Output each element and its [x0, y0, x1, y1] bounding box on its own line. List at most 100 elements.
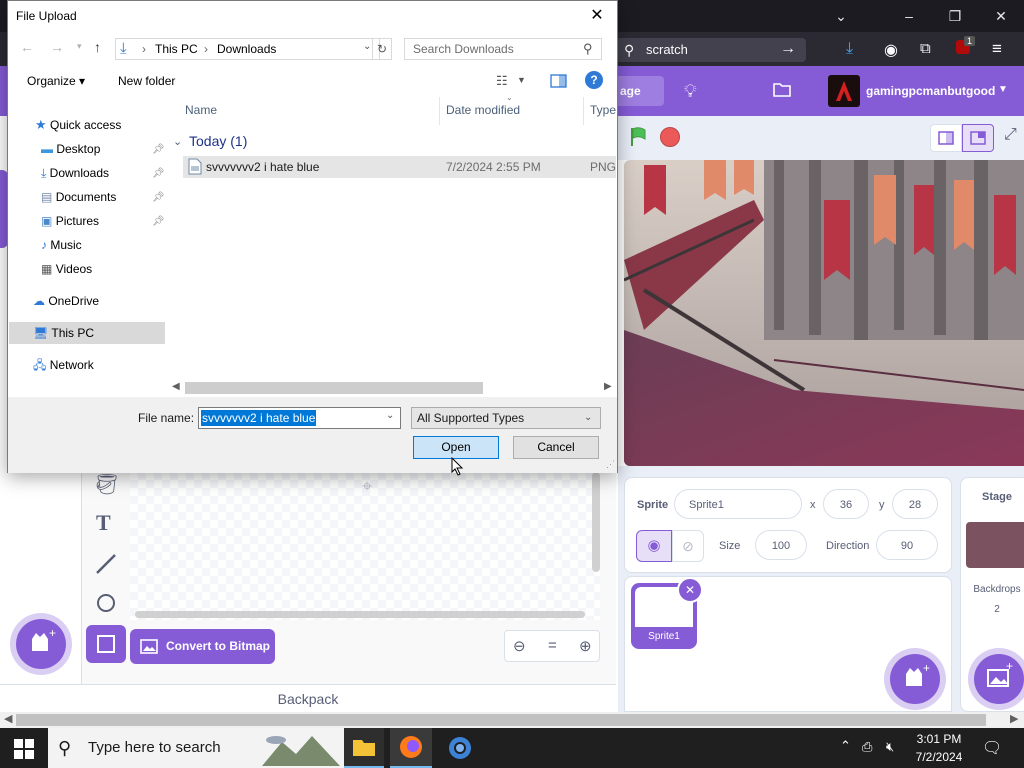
view-chevron-down-icon[interactable]: ▼: [517, 75, 526, 85]
stop-icon[interactable]: [660, 127, 680, 147]
zoom-in-icon[interactable]: ⊕: [579, 637, 592, 655]
scroll-left-icon[interactable]: ◀: [4, 712, 12, 725]
scroll-right-icon[interactable]: ▶: [604, 381, 612, 392]
back-arrow-icon[interactable]: ←: [20, 39, 34, 55]
pin-icon[interactable]: 📌︎: [152, 168, 165, 179]
nav-videos[interactable]: ▦ Videos: [41, 258, 92, 280]
fullscreen-icon[interactable]: ⤢: [1004, 126, 1017, 144]
extensions-icon[interactable]: ⧉: [920, 40, 931, 57]
show-sprite-eye-icon[interactable]: ◉: [636, 530, 672, 562]
view-options-icon[interactable]: ☷: [496, 73, 508, 89]
help-icon[interactable]: ?: [585, 71, 603, 89]
open-button[interactable]: Open: [413, 436, 499, 459]
nav-documents[interactable]: ▤ Documents: [41, 186, 116, 208]
zoom-reset-icon[interactable]: =: [548, 637, 557, 654]
username[interactable]: gamingpcmanbutgood: [866, 84, 995, 98]
account-chevron-down-icon[interactable]: ▼: [998, 84, 1008, 95]
nav-desktop[interactable]: ▬ Desktop: [41, 138, 100, 160]
add-extension-button[interactable]: +: [16, 619, 66, 669]
restore-icon[interactable]: ❐: [932, 0, 978, 32]
nav-this-pc[interactable]: 🖥︎ This PC: [33, 322, 94, 344]
hide-sprite-eye-icon[interactable]: ⊘: [672, 530, 704, 562]
scroll-right-icon[interactable]: ▶: [1010, 712, 1018, 725]
forward-arrow-icon[interactable]: →: [50, 39, 64, 55]
notifications-icon[interactable]: 🗨︎: [982, 738, 1002, 758]
address-dropdown-chevron-icon[interactable]: ⌄: [363, 41, 371, 52]
menu-icon[interactable]: ≡: [992, 39, 1002, 59]
menu-tutorials-partial[interactable]: age: [620, 84, 641, 98]
tab-list-chevron-icon[interactable]: ⌄: [818, 0, 864, 32]
nav-downloads[interactable]: ⤓ Downloads: [41, 162, 109, 184]
new-folder-button[interactable]: New folder: [118, 74, 175, 88]
address-bar[interactable]: ⤓ › This PC › Downloads ⌄: [115, 38, 380, 60]
text-tool-icon[interactable]: T: [96, 510, 111, 536]
clock-time[interactable]: 3:01 PM: [912, 732, 966, 746]
group-header-today[interactable]: Today (1): [189, 133, 247, 149]
filename-dropdown-chevron-icon[interactable]: ⌄: [386, 410, 394, 421]
pin-icon[interactable]: 📌︎: [152, 144, 165, 155]
debug-lightbulb-icon[interactable]: 💡︎: [684, 81, 697, 102]
delete-sprite-trash-icon[interactable]: ✕: [677, 577, 703, 603]
resize-grip-icon[interactable]: ⋰: [606, 459, 615, 470]
dialog-close-icon[interactable]: ✕: [576, 1, 618, 31]
volume-muted-icon[interactable]: 🔇︎: [886, 739, 894, 755]
preview-pane-icon[interactable]: [550, 73, 568, 89]
small-stage-button[interactable]: [930, 124, 962, 152]
breadcrumb-downloads[interactable]: Downloads: [217, 42, 276, 56]
scroll-left-icon[interactable]: ◀: [172, 381, 180, 392]
nav-pictures[interactable]: ▣ Pictures: [41, 210, 99, 232]
nav-network[interactable]: 🖧︎ Network: [33, 354, 94, 376]
refresh-icon[interactable]: ↻: [372, 38, 392, 60]
url-bar[interactable]: ⚲ scratch: [616, 38, 806, 62]
firefox-taskbar-icon[interactable]: [390, 728, 432, 768]
go-arrow-icon[interactable]: →: [780, 40, 796, 58]
normal-stage-button[interactable]: [962, 124, 994, 152]
choose-sprite-button[interactable]: +: [890, 654, 940, 704]
search-downloads-input[interactable]: Search Downloads ⚲: [404, 38, 602, 60]
group-collapse-chevron-icon[interactable]: ⌄: [173, 135, 182, 148]
paint-hscroll[interactable]: [135, 611, 585, 618]
my-stuff-folder-icon[interactable]: [772, 80, 792, 98]
line-tool-icon[interactable]: [94, 552, 118, 576]
choose-backdrop-button[interactable]: +: [974, 654, 1024, 704]
pin-icon[interactable]: 📌︎: [152, 216, 165, 227]
column-type[interactable]: Type: [590, 103, 616, 117]
recent-locations-chevron-icon[interactable]: ▾: [77, 41, 82, 52]
sprite-name-input[interactable]: Sprite1: [674, 489, 802, 519]
close-icon[interactable]: ✕: [978, 0, 1024, 32]
y-input[interactable]: 28: [892, 489, 938, 519]
network-tray-icon[interactable]: ⎙: [862, 739, 872, 755]
account-icon[interactable]: ◉: [884, 40, 898, 60]
zoom-out-icon[interactable]: ⊖: [513, 637, 526, 655]
file-list-hscroll[interactable]: ◀ ▶: [169, 380, 617, 397]
windows-start-icon[interactable]: [14, 739, 34, 759]
clock-date[interactable]: 7/2/2024: [912, 750, 966, 764]
avatar[interactable]: [828, 75, 860, 107]
up-arrow-icon[interactable]: ↑: [94, 39, 101, 55]
green-flag-icon[interactable]: [628, 126, 650, 148]
nav-music[interactable]: ♪ Music: [41, 234, 82, 256]
paint-vscroll[interactable]: [592, 472, 600, 572]
nav-onedrive[interactable]: ☁ OneDrive: [33, 290, 99, 312]
cancel-button[interactable]: Cancel: [513, 436, 599, 459]
chrome-taskbar-icon[interactable]: [440, 728, 480, 768]
download-icon[interactable]: ⤓: [846, 40, 853, 58]
show-hidden-icons-chevron-icon[interactable]: ⌃: [840, 738, 851, 754]
breadcrumb-this-pc[interactable]: This PC: [155, 42, 198, 56]
fill-bucket-icon[interactable]: 🪣︎: [94, 472, 119, 497]
size-input[interactable]: 100: [755, 530, 807, 560]
filetype-select[interactable]: All Supported Types ⌄: [411, 407, 601, 429]
rectangle-tool-icon[interactable]: [86, 625, 126, 663]
file-row[interactable]: svvvvvvv2 i hate blue 7/2/2024 2:55 PM P…: [183, 156, 616, 178]
page-hscroll[interactable]: ◀ ▶: [0, 712, 1024, 728]
stage-thumbnail[interactable]: [966, 522, 1024, 568]
minimize-icon[interactable]: –: [886, 0, 932, 32]
nav-quick-access[interactable]: ★ Quick access: [35, 114, 121, 136]
convert-to-bitmap-button[interactable]: Convert to Bitmap: [130, 629, 275, 664]
column-date-modified[interactable]: Date modified: [446, 103, 520, 117]
stage-canvas[interactable]: [624, 160, 1024, 466]
circle-tool-icon[interactable]: [94, 591, 118, 615]
organize-button[interactable]: Organize ▾: [27, 74, 85, 88]
filename-input[interactable]: svvvvvvv2 i hate blue ⌄: [198, 407, 401, 429]
x-input[interactable]: 36: [823, 489, 869, 519]
